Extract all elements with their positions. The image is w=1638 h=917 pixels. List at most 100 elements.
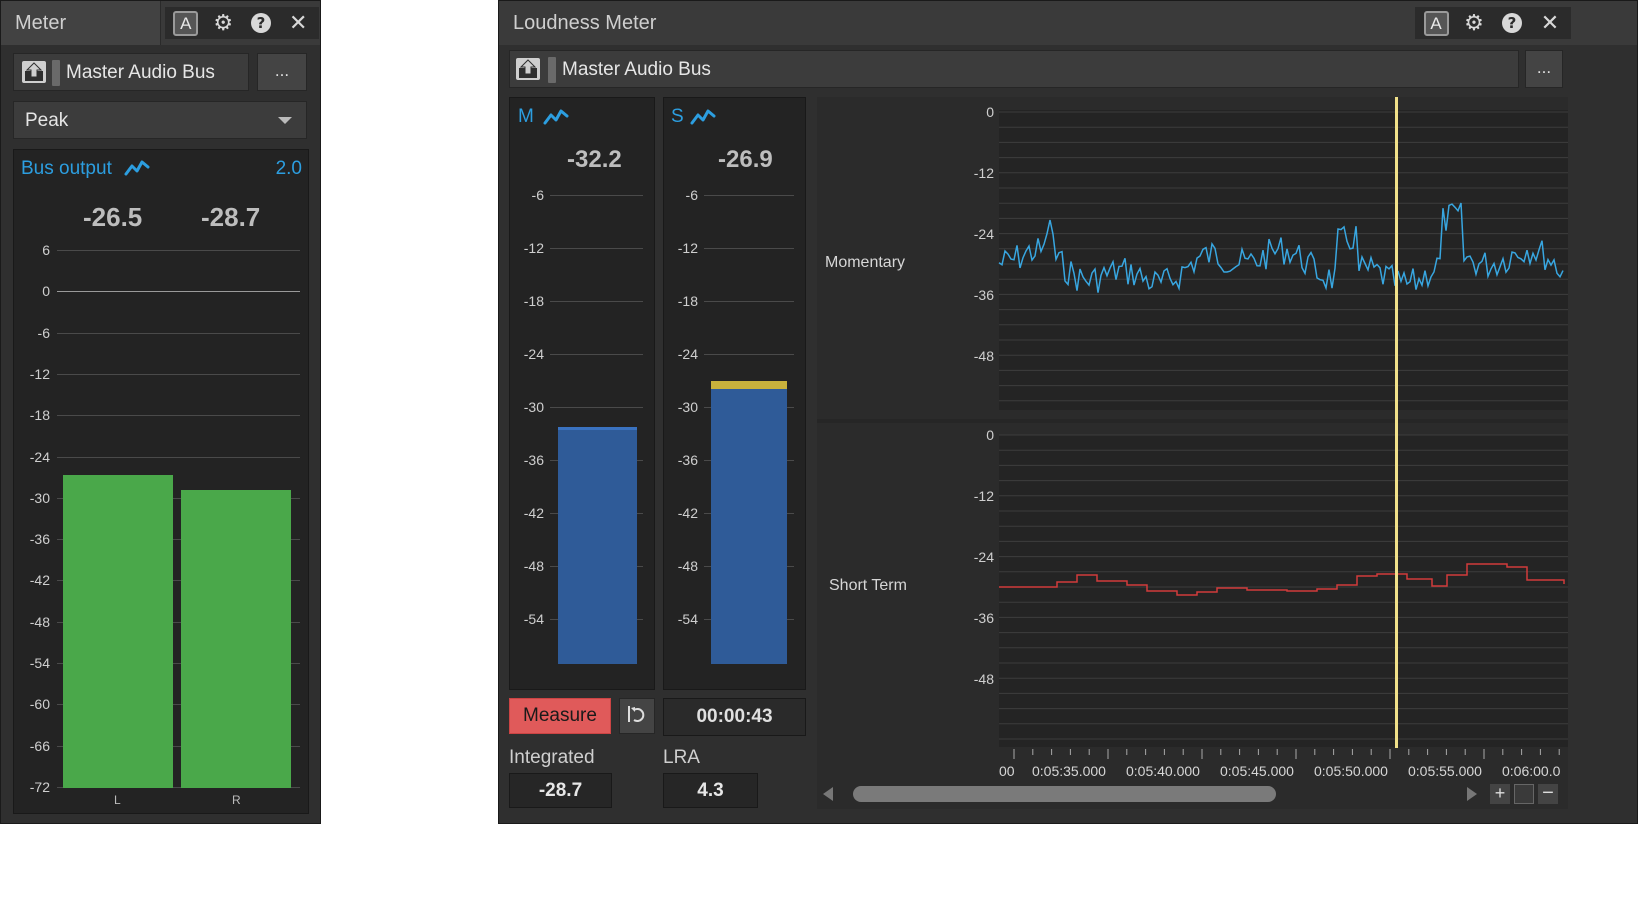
loudness-grid-line [550,354,643,355]
loudness-tick-label: -18 [677,293,698,309]
right-peak-value: -28.7 [201,202,261,232]
zoom-fit-icon[interactable] [1514,784,1534,804]
loudness-tick-label: -24 [523,346,544,362]
meter-display: Bus output 2.0 -26.5 -28.7 6 0 -6 -12 -18 -24… [13,149,309,814]
gear-icon[interactable]: ⚙ [1461,10,1487,36]
loudness-tick-label: -48 [677,558,698,574]
meter-tick-label: -48 [29,613,50,630]
meter-tick-label: 6 [42,242,50,258]
timeline-label: 0:05:55.000 [1408,763,1482,779]
m-label[interactable]: M [518,106,534,128]
reset-button[interactable] [619,698,655,734]
s-level-bar [711,389,787,664]
timeline-label: 00 [999,763,1015,779]
history-plot [817,97,1568,759]
channel-left-label: L [114,793,121,807]
loudness-tick-label: -42 [677,505,698,521]
loudness-tick-label: -36 [523,452,544,468]
svg-text:?: ? [1508,14,1517,32]
meter-tick-label: -36 [29,531,50,548]
right-level-bar [181,490,291,788]
scrollbar-thumb[interactable] [853,786,1276,802]
bus-output-label[interactable]: Bus output [21,158,112,180]
meter-bus-selector[interactable]: Master Audio Bus [13,53,249,91]
scroll-left-icon[interactable] [823,787,833,801]
close-icon[interactable]: ✕ [286,10,312,36]
playback-cursor[interactable] [1395,97,1398,748]
meter-grid-line [57,291,300,293]
meter-tick-label: -54 [29,655,50,671]
meter-title: Meter [15,12,67,34]
s-label[interactable]: S [671,106,684,128]
trend-icon[interactable] [124,158,150,183]
loudness-tick-label: -48 [523,558,544,574]
loudness-tick-label: -30 [677,399,698,415]
meter-grid-line [57,250,300,251]
loudness-tick-label: -6 [685,187,698,203]
m-value: -32.2 [567,146,622,173]
meter-tab[interactable]: Meter [1,1,161,45]
loudness-tick-label: -12 [677,240,698,256]
lra-value: 4.3 [663,773,758,808]
meter-tick-label: -60 [29,696,50,713]
help-icon[interactable]: ? [1499,10,1525,36]
timeline-scrollbar[interactable]: + − [817,783,1568,805]
loudness-grid-line [550,407,643,408]
meter-grid-line [57,456,300,458]
loudness-grid-line [550,301,643,302]
s-value: -26.9 [718,146,773,173]
loudness-bus-selector[interactable]: Master Audio Bus [509,50,1519,88]
meter-grid-line [57,415,300,417]
lra-label: LRA [663,747,700,768]
loudness-tick-label: -42 [523,505,544,521]
gear-icon[interactable]: ⚙ [211,10,237,36]
left-level-bar [63,475,173,788]
m-level-bar [558,427,637,664]
loudness-meter-panel: Loudness Meter A ⚙ ? ✕ Master Audio Bus … [498,0,1638,824]
short-term-plot-bg [999,435,1568,747]
loudness-tick-label: -18 [523,293,544,309]
meter-mode-dropdown[interactable]: Peak [13,101,307,139]
meter-more-button[interactable]: ... [257,53,307,91]
reset-icon [625,702,649,731]
timeline-label: 0:05:50.000 [1314,763,1388,779]
loudness-history-graph[interactable]: Momentary Short Term 0 -12 -24 -36 -48 0 -12-… [817,97,1568,809]
timeline-label: 0:05:35.000 [1032,763,1106,779]
s-peak-hold [711,381,787,389]
loudness-more-button[interactable]: ... [1525,50,1563,88]
zoom-in-icon[interactable]: + [1490,784,1510,804]
loudness-tick-label: -30 [523,399,544,415]
meter-tick-label: -66 [29,737,50,754]
graph-divider [817,419,1568,423]
bus-separator [548,57,556,83]
integrated-label: Integrated [509,747,595,768]
loudness-title: Loudness Meter [513,12,657,34]
a-icon[interactable]: A [173,10,199,36]
channels-label: 2.0 [275,158,302,179]
meter-grid-line [57,373,300,375]
bus-icon [22,61,46,83]
meter-tick-label: -72 [29,778,50,795]
loudness-grid-line [550,248,643,249]
scroll-right-icon[interactable] [1467,787,1477,801]
trend-icon[interactable] [543,107,569,132]
meter-bus-label: Master Audio Bus [66,62,215,83]
zoom-out-icon[interactable]: − [1538,783,1558,804]
meter-tick-label: -18 [29,407,50,424]
loudness-grid-line [704,195,794,196]
meter-titlebar: Meter A ⚙ ? ✕ [1,1,320,45]
timeline-label: 0:05:40.000 [1126,763,1200,779]
trend-icon[interactable] [690,107,716,132]
elapsed-time: 00:00:43 [663,698,806,736]
left-peak-value: -26.5 [83,202,143,232]
measure-button[interactable]: Measure [509,698,611,734]
close-icon[interactable]: ✕ [1537,10,1563,36]
help-icon[interactable]: ? [248,10,274,36]
bus-icon [516,58,540,80]
bus-separator [52,60,60,86]
loudness-grid-line [550,195,643,196]
chevron-down-icon [278,117,292,124]
a-icon[interactable]: A [1423,10,1449,36]
svg-text:?: ? [256,14,265,32]
loudness-tick-label: -54 [677,611,698,627]
